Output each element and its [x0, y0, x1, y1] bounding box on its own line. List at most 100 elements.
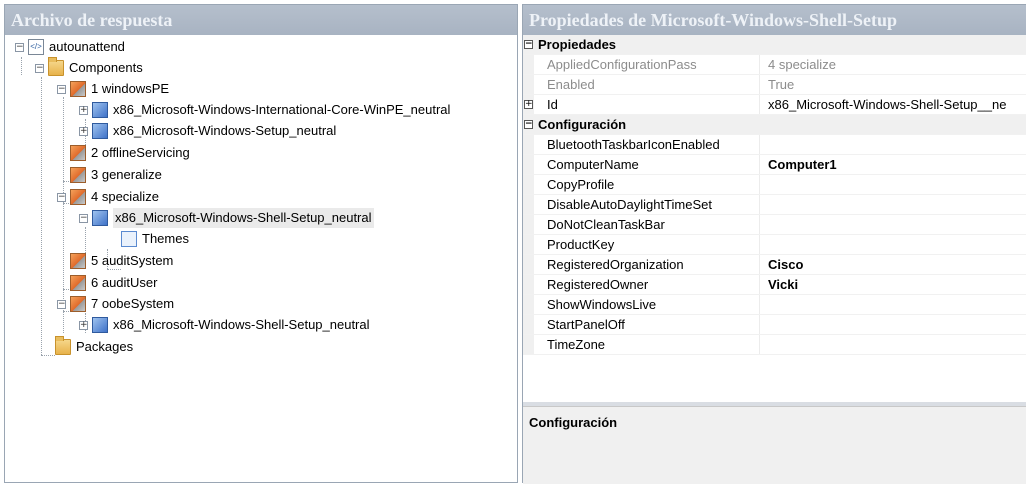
config-pass-icon	[70, 253, 86, 269]
collapse-icon[interactable]: −	[79, 213, 88, 223]
collapse-icon[interactable]: −	[57, 192, 66, 202]
setting-value[interactable]: Computer1	[760, 155, 1026, 174]
setting-value[interactable]: Vicki	[760, 275, 1026, 294]
tree-node-audituser[interactable]: 6 auditUser	[70, 273, 157, 293]
setting-value[interactable]	[760, 295, 1026, 314]
expand-icon[interactable]: +	[79, 126, 88, 136]
collapse-icon[interactable]: −	[35, 63, 44, 73]
setting-row[interactable]: RegisteredOrganization Cisco	[523, 255, 1026, 275]
setting-value[interactable]: Cisco	[760, 255, 1026, 274]
collapse-icon[interactable]: −	[15, 42, 24, 52]
tree-node-label: Themes	[142, 231, 189, 246]
category-configuracion[interactable]: − Configuración	[523, 115, 1026, 135]
setting-name: ShowWindowsLive	[534, 295, 760, 314]
config-pass-icon	[70, 296, 86, 312]
config-pass-icon	[70, 145, 86, 161]
setting-row[interactable]: CopyProfile	[523, 175, 1026, 195]
setting-row[interactable]: DisableAutoDaylightTimeSet	[523, 195, 1026, 215]
properties-pane: Propiedades de Microsoft-Windows-Shell-S…	[522, 4, 1026, 484]
setting-name: StartPanelOff	[534, 315, 760, 334]
setting-row[interactable]: TimeZone	[523, 335, 1026, 355]
tree-node-oobesystem[interactable]: − 7 oobeSystem	[57, 294, 174, 314]
property-name: Id	[534, 95, 760, 114]
expand-icon[interactable]: +	[79, 105, 88, 115]
setting-row[interactable]: ShowWindowsLive	[523, 295, 1026, 315]
tree-node-label: 5 auditSystem	[91, 253, 174, 268]
setting-group-icon	[121, 231, 137, 247]
property-help-box: Configuración	[523, 406, 1026, 484]
expand-icon[interactable]: +	[79, 320, 88, 330]
setting-row[interactable]: StartPanelOff	[523, 315, 1026, 335]
component-icon	[92, 210, 108, 226]
category-propiedades[interactable]: − Propiedades	[523, 35, 1026, 55]
tree-node-label: 1 windowsPE	[91, 81, 170, 96]
properties-pane-title: Propiedades de Microsoft-Windows-Shell-S…	[523, 5, 1026, 35]
setting-name: DoNotCleanTaskBar	[534, 215, 760, 234]
tree-node-label: x86_Microsoft-Windows-Shell-Setup_neutra…	[113, 317, 370, 332]
collapse-icon[interactable]: −	[524, 120, 533, 129]
setting-value[interactable]	[760, 195, 1026, 214]
config-pass-icon	[70, 167, 86, 183]
setting-value[interactable]	[760, 335, 1026, 354]
category-label: Propiedades	[538, 37, 617, 52]
setting-value[interactable]	[760, 315, 1026, 334]
tree-node-autounattend[interactable]: − </> autounattend	[15, 37, 125, 57]
tree-node-auditsystem[interactable]: 5 auditSystem	[70, 251, 173, 271]
property-row[interactable]: + Id x86_Microsoft-Windows-Shell-Setup__…	[523, 95, 1026, 115]
tree-node-offlineservicing[interactable]: 2 offlineServicing	[70, 143, 190, 163]
tree-node-windowspe[interactable]: − 1 windowsPE	[57, 79, 169, 99]
setting-row[interactable]: ProductKey	[523, 235, 1026, 255]
setting-name: RegisteredOwner	[534, 275, 760, 294]
tree-node-label: 3 generalize	[91, 167, 162, 182]
tree-node-label: 6 auditUser	[91, 275, 158, 290]
setting-name: BluetoothTaskbarIconEnabled	[534, 135, 760, 154]
tree-node-label: x86_Microsoft-Windows-Setup_neutral	[113, 123, 337, 138]
config-pass-icon	[70, 81, 86, 97]
tree-node-international-core-winpe[interactable]: + x86_Microsoft-Windows-International-Co…	[79, 100, 450, 120]
setting-row[interactable]: BluetoothTaskbarIconEnabled	[523, 135, 1026, 155]
property-row[interactable]: AppliedConfigurationPass 4 specialize	[523, 55, 1026, 75]
collapse-icon[interactable]: −	[524, 40, 533, 49]
tree-node-packages[interactable]: Packages	[55, 336, 134, 357]
tree-node-generalize[interactable]: 3 generalize	[70, 165, 162, 185]
setting-value[interactable]	[760, 235, 1026, 254]
sim-window: Archivo de respuesta − </> autounattend …	[0, 0, 1026, 484]
folder-icon	[55, 336, 71, 355]
property-value: x86_Microsoft-Windows-Shell-Setup__ne	[768, 97, 1007, 112]
config-pass-icon	[70, 189, 86, 205]
tree-node-label: Packages	[76, 339, 134, 354]
answer-file-tree: − </> autounattend − Components − 1 wind…	[5, 35, 517, 475]
property-name: Enabled	[534, 75, 760, 94]
tree-node-setup-neutral[interactable]: + x86_Microsoft-Windows-Setup_neutral	[79, 121, 336, 141]
tree-node-label: 2 offlineServicing	[91, 145, 190, 160]
component-icon	[92, 317, 108, 333]
tree-node-specialize[interactable]: − 4 specialize	[57, 187, 159, 207]
property-row[interactable]: Enabled True	[523, 75, 1026, 95]
setting-row[interactable]: RegisteredOwner Vicki	[523, 275, 1026, 295]
tree-node-shell-setup-specialize[interactable]: − x86_Microsoft-Windows-Shell-Setup_neut…	[79, 208, 374, 228]
tree-node-components[interactable]: − Components	[35, 57, 143, 78]
config-pass-icon	[70, 275, 86, 291]
property-value: 4 specialize	[768, 57, 836, 72]
answer-file-pane: Archivo de respuesta − </> autounattend …	[4, 4, 518, 483]
component-icon	[92, 102, 108, 118]
setting-row[interactable]: DoNotCleanTaskBar	[523, 215, 1026, 235]
answer-file-pane-title: Archivo de respuesta	[5, 5, 517, 35]
collapse-icon[interactable]: −	[57, 84, 66, 94]
setting-row[interactable]: ComputerName Computer1	[523, 155, 1026, 175]
tree-node-label: autounattend	[49, 39, 125, 54]
setting-name: CopyProfile	[534, 175, 760, 194]
collapse-icon[interactable]: −	[57, 299, 66, 309]
tree-node-shell-setup-oobe[interactable]: + x86_Microsoft-Windows-Shell-Setup_neut…	[79, 315, 370, 335]
setting-name: ProductKey	[534, 235, 760, 254]
tree-node-label: 7 oobeSystem	[91, 296, 175, 311]
expand-icon[interactable]: +	[524, 100, 533, 109]
setting-value[interactable]	[760, 135, 1026, 154]
property-grid: − Propiedades AppliedConfigurationPass 4…	[523, 35, 1026, 355]
setting-value[interactable]	[760, 215, 1026, 234]
setting-name: DisableAutoDaylightTimeSet	[534, 195, 760, 214]
setting-value[interactable]	[760, 175, 1026, 194]
tree-node-themes[interactable]: Themes	[121, 229, 189, 249]
category-label: Configuración	[538, 117, 627, 132]
folder-icon	[48, 57, 64, 76]
